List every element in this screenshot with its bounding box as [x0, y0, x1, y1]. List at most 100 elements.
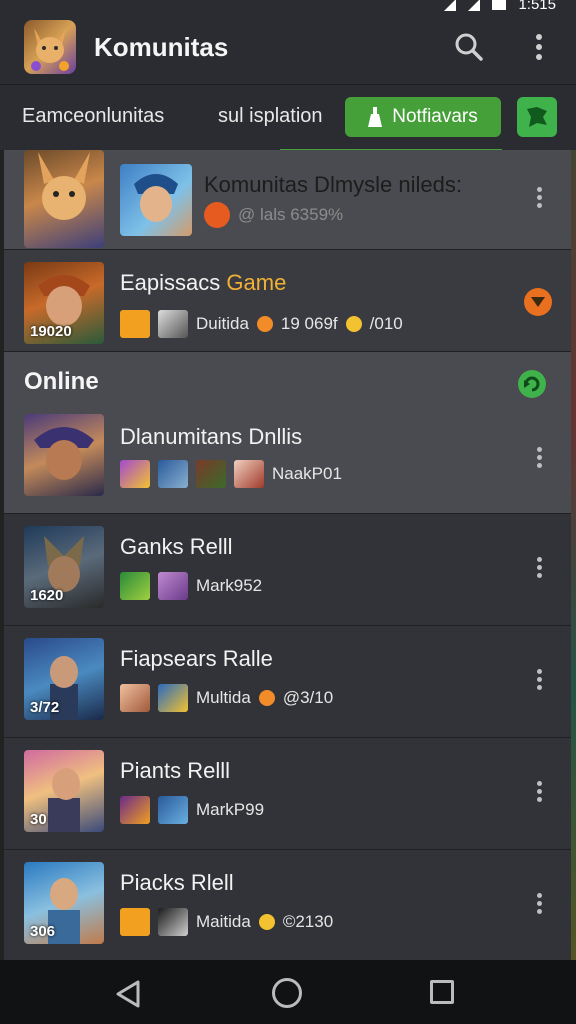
community-user: MarkP99: [196, 800, 265, 819]
community-title-main: Eapissacs: [120, 270, 227, 295]
community-user: Maitida: [196, 912, 251, 931]
member-count-badge: 306: [30, 923, 56, 940]
community-title: Dlanumitans Dnllis: [120, 424, 303, 449]
list-item[interactable]: 3/72 Fiapsears Ralle Multida @3/10: [4, 626, 571, 738]
app-bar: Komunitas: [0, 14, 576, 84]
member-count-badge: 1620: [30, 587, 64, 604]
community-title-accent: Game: [226, 270, 287, 295]
community-title: Piants Relll: [120, 758, 231, 783]
coin-icon: [258, 914, 275, 930]
flask-icon: [368, 107, 383, 127]
right-edge: [571, 150, 576, 960]
community-meta: Multida @3/10: [120, 684, 333, 712]
status-time: 1:515: [518, 0, 556, 13]
expand-chevron-icon[interactable]: [524, 288, 552, 316]
status-icons: 1:515: [444, 0, 556, 13]
community-list: Komunitas Dlmysle nileds: @ lals 6359% 1…: [4, 150, 571, 960]
row-more-icon[interactable]: [532, 184, 546, 212]
home-icon[interactable]: [272, 978, 302, 1008]
pirate-avatar-thumbnail: [24, 414, 104, 496]
list-item[interactable]: Komunitas Dlmysle nileds: @ lals 6359%: [4, 150, 571, 250]
community-user: NaakP01: [272, 464, 342, 483]
more-options-icon[interactable]: [528, 32, 550, 62]
star-icon: [345, 316, 362, 332]
community-user: Mark952: [196, 576, 263, 595]
coin-icon: [258, 690, 275, 706]
community-meta: Maitida ©2130: [120, 908, 333, 936]
community-meta: Duitida 19 069f /010: [120, 310, 403, 338]
member-count-badge: 3/72: [30, 699, 60, 716]
user-avatar-mini: [158, 310, 188, 338]
community-user: Multida: [196, 688, 251, 707]
puzzle-icon: [120, 310, 150, 338]
member-count-badge: 19020: [30, 323, 72, 340]
list-item[interactable]: 30 Piants Relll MarkP99: [4, 738, 571, 850]
ranger-avatar-thumbnail: 306: [24, 862, 104, 944]
row-more-icon[interactable]: [532, 890, 546, 918]
page-title: Komunitas: [94, 32, 229, 62]
sword-icon: [120, 572, 150, 600]
gunner-avatar-thumbnail: 30: [24, 750, 104, 832]
chat-icon: [527, 107, 547, 127]
badge-icon: [120, 460, 150, 488]
knight-avatar-thumbnail: 1620: [24, 526, 104, 608]
notifications-button-label: Notfiavars: [392, 106, 478, 127]
check-badge-icon: [158, 684, 188, 712]
community-logo[interactable]: [24, 20, 76, 74]
user-avatar-mini: [120, 684, 150, 712]
community-count: @3/10: [282, 688, 334, 707]
back-icon[interactable]: [116, 980, 142, 1013]
battery-icon: [492, 0, 507, 10]
soldier-avatar-thumbnail: 3/72: [24, 638, 104, 720]
puzzle-icon: [120, 908, 150, 936]
tab-communities[interactable]: Eamceonlunitas: [22, 105, 164, 128]
row-more-icon[interactable]: [532, 554, 546, 582]
community-title: Eapissacs Game: [120, 270, 286, 296]
recent-apps-icon[interactable]: [430, 980, 454, 1004]
user-avatar-mini: [158, 908, 188, 936]
hero-avatar-thumbnail: [120, 164, 192, 236]
community-title: Fiapsears Ralle: [120, 646, 273, 671]
user-avatar-mini: [234, 460, 264, 488]
online-section: Online Dlanumitans Dnllis NaakP01: [4, 352, 571, 514]
notifications-button[interactable]: Notfiavars: [345, 97, 501, 137]
user-avatar-mini: [196, 460, 226, 488]
community-meta-text: @ lals 6359%: [238, 205, 344, 224]
community-title: Ganks Relll: [120, 534, 233, 559]
crown-icon: [120, 796, 150, 824]
flame-icon: [204, 202, 230, 228]
community-meta: NaakP01: [120, 460, 342, 488]
list-item[interactable]: 1620 Ganks Relll Mark952: [4, 514, 571, 626]
community-meta: @ lals 6359%: [204, 202, 343, 228]
community-meta: MarkP99: [120, 796, 264, 824]
community-meta: Mark952: [120, 572, 262, 600]
system-navigation-bar: [0, 960, 576, 1024]
community-title: Piacks Rlell: [120, 870, 234, 895]
warrior-avatar-thumbnail: 19020: [24, 262, 104, 344]
coin-icon: [256, 316, 273, 332]
community-user: Duitida: [196, 314, 249, 333]
signal-icon: [468, 0, 481, 11]
refresh-icon[interactable]: [518, 370, 546, 398]
user-avatar-mini: [158, 796, 188, 824]
list-item[interactable]: 306 Piacks Rlell Maitida ©2130: [4, 850, 571, 960]
list-item[interactable]: 19020 Eapissacs Game Duitida 19 069f /01…: [4, 250, 571, 352]
fox-avatar-thumbnail: [24, 150, 104, 248]
section-title-online: Online: [24, 368, 99, 395]
row-more-icon[interactable]: [532, 444, 546, 472]
user-avatar-mini: [158, 460, 188, 488]
community-title: Komunitas Dlmysle nileds:: [204, 172, 462, 197]
row-more-icon[interactable]: [532, 778, 546, 806]
community-chat-button[interactable]: [517, 97, 557, 137]
row-more-icon[interactable]: [532, 666, 546, 694]
community-count: ©2130: [282, 912, 334, 931]
wifi-icon: [444, 0, 457, 11]
status-bar: 1:515: [0, 0, 576, 14]
member-count-badge: 30: [30, 811, 47, 828]
filter-bar: Eamceonlunitas sul isplation Notfiavars: [0, 84, 576, 152]
community-count: 19 069f: [280, 314, 338, 333]
community-extra: /010: [369, 314, 403, 333]
user-avatar-mini: [158, 572, 188, 600]
tab-isolation[interactable]: sul isplation: [218, 105, 323, 128]
search-icon[interactable]: [454, 32, 484, 62]
